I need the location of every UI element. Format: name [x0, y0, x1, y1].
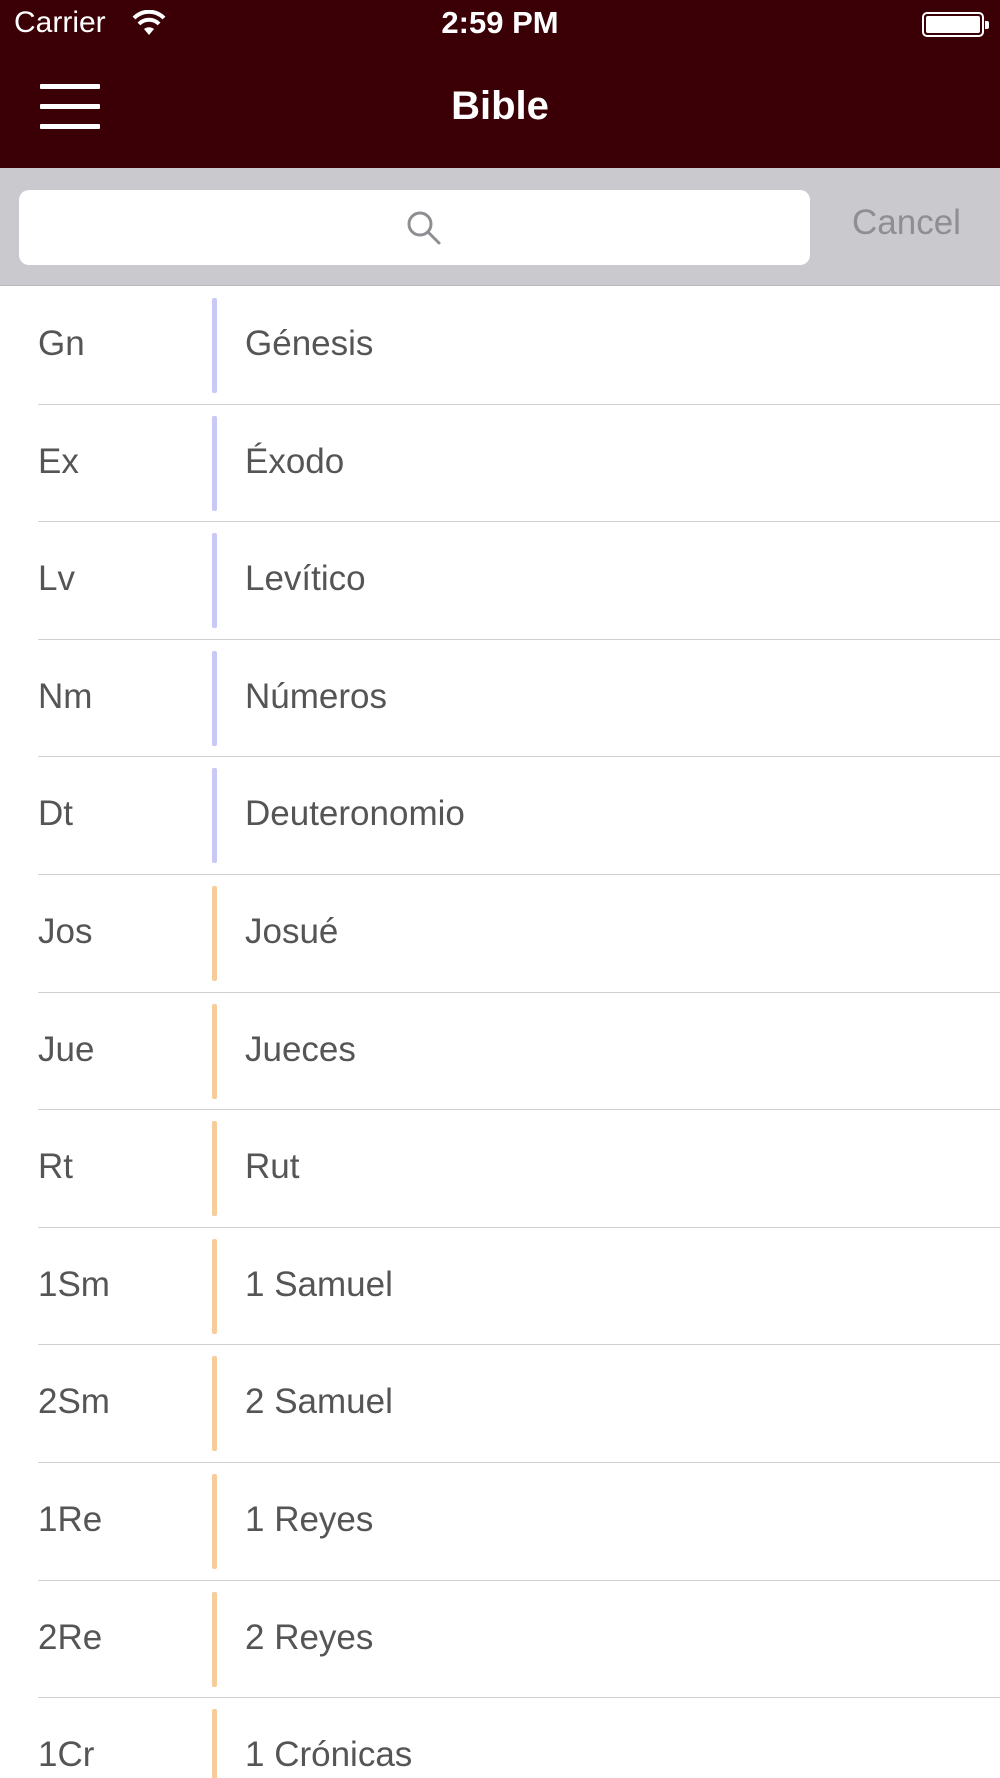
book-abbreviation: Nm [38, 676, 93, 716]
book-name: Jueces [245, 1029, 356, 1069]
page-title: Bible [451, 84, 549, 128]
search-bar: Cancel [0, 168, 1000, 286]
list-item[interactable]: 1Re 1 Reyes [0, 1463, 1000, 1581]
book-abbreviation: Rt [38, 1147, 73, 1187]
book-abbreviation: Ex [38, 441, 79, 481]
book-name: Génesis [245, 324, 374, 363]
book-name: 1 Samuel [245, 1264, 393, 1304]
book-name: Levítico [245, 559, 366, 599]
book-group-indicator [212, 1709, 217, 1778]
app-screen: Carrier 2:59 PM Bible Cancel Gn Génesis Ex… [0, 0, 1000, 1778]
book-name: 1 Crónicas [245, 1735, 413, 1775]
book-abbreviation: Lv [38, 559, 75, 599]
list-item[interactable]: Jue Jueces [0, 993, 1000, 1111]
list-item[interactable]: 1Sm 1 Samuel [0, 1228, 1000, 1346]
book-abbreviation: Jos [38, 911, 93, 951]
list-item[interactable]: Lv Levítico [0, 522, 1000, 640]
book-group-indicator [212, 1238, 217, 1334]
book-name: 2 Samuel [245, 1382, 393, 1422]
book-abbreviation: 1Re [38, 1499, 103, 1539]
book-group-indicator [212, 650, 217, 746]
list-item[interactable]: Dt Deuteronomio [0, 757, 1000, 875]
battery-icon [922, 12, 989, 37]
list-item[interactable]: Rt Rut [0, 1110, 1000, 1228]
book-name: 2 Reyes [245, 1617, 374, 1657]
list-item[interactable]: 2Sm 2 Samuel [0, 1345, 1000, 1463]
book-abbreviation: Gn [38, 324, 85, 363]
search-input[interactable] [19, 190, 810, 265]
book-name: Josué [245, 911, 339, 951]
book-name: Rut [245, 1147, 300, 1187]
book-group-indicator [212, 1003, 217, 1099]
book-group-indicator [212, 1473, 217, 1569]
list-item[interactable]: 1Cr 1 Crónicas [0, 1698, 1000, 1778]
status-bar: Carrier 2:59 PM [0, 0, 1000, 50]
book-abbreviation: 2Sm [38, 1382, 110, 1422]
list-item[interactable]: Gn Génesis [0, 287, 1000, 405]
list-item[interactable]: Jos Josué [0, 875, 1000, 993]
cancel-button[interactable]: Cancel [852, 203, 961, 243]
list-item[interactable]: Ex Éxodo [0, 405, 1000, 523]
book-group-indicator [212, 1356, 217, 1452]
book-name: Números [245, 676, 387, 716]
book-group-indicator [212, 1591, 217, 1687]
book-abbreviation: 2Re [38, 1617, 103, 1657]
book-abbreviation: 1Sm [38, 1264, 110, 1304]
book-name: 1 Reyes [245, 1499, 374, 1539]
book-group-indicator [212, 298, 217, 393]
book-group-indicator [212, 533, 217, 629]
book-group-indicator [212, 415, 217, 511]
list-item[interactable]: 2Re 2 Reyes [0, 1581, 1000, 1699]
book-name: Deuteronomio [245, 794, 465, 834]
navigation-header: Carrier 2:59 PM Bible [0, 0, 1000, 168]
search-icon [407, 211, 441, 245]
book-name: Éxodo [245, 441, 345, 481]
book-group-indicator [212, 768, 217, 864]
book-group-indicator [212, 885, 217, 981]
list-item[interactable]: Nm Números [0, 640, 1000, 758]
book-abbreviation: 1Cr [38, 1735, 95, 1775]
book-group-indicator [212, 1121, 217, 1217]
status-time: 2:59 PM [441, 5, 559, 40]
book-abbreviation: Dt [38, 794, 73, 834]
book-list: Gn Génesis Ex Éxodo Lv Levítico Nm Números Dt Deu… [0, 287, 1000, 1778]
book-abbreviation: Jue [38, 1029, 95, 1069]
